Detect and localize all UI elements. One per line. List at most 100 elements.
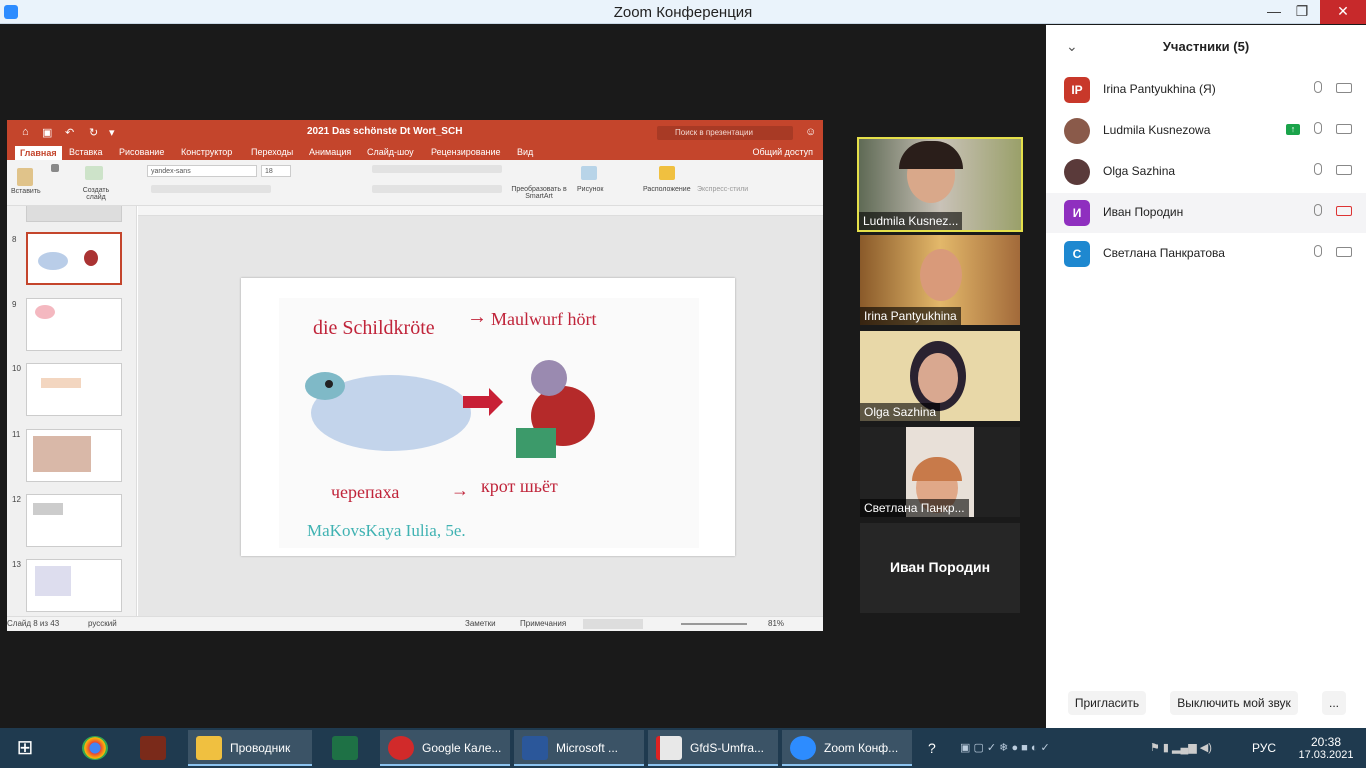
video-tile-svetlana[interactable]: Светлана Панкр...: [860, 427, 1020, 517]
ppt-titlebar: ⌂ ▣ ↶ ↻ ▾ 2021 Das schönste Dt Wort_SCH …: [7, 120, 823, 146]
slide-thumbnail-9[interactable]: [26, 298, 122, 351]
customize-icon[interactable]: ▾: [109, 126, 115, 139]
view-buttons[interactable]: [583, 619, 643, 629]
cut-icon[interactable]: [51, 164, 59, 172]
tab-insert[interactable]: Вставка: [69, 147, 102, 157]
tab-draw[interactable]: Рисование: [119, 147, 164, 157]
participant-row[interactable]: С Светлана Панкратова: [1046, 234, 1366, 274]
participant-row[interactable]: И Иван Породин: [1046, 193, 1366, 233]
taskbar-excel[interactable]: [324, 730, 370, 766]
zoom-slider[interactable]: [681, 623, 747, 625]
slide-thumbnail-10[interactable]: [26, 363, 122, 416]
help-icon[interactable]: ?: [928, 730, 948, 766]
video-tile-olga[interactable]: Olga Sazhina: [860, 331, 1020, 421]
alignment-tools[interactable]: [372, 185, 502, 193]
slide-thumbnail-13[interactable]: [26, 559, 122, 612]
horizontal-ruler: [138, 206, 823, 216]
taskbar-google-calendar[interactable]: Google Кале...: [380, 730, 510, 766]
express-styles-label[interactable]: Экспресс-стили: [697, 186, 748, 193]
tab-home[interactable]: Главная: [15, 146, 62, 160]
user-icon[interactable]: ☺: [805, 126, 816, 138]
microphone-icon[interactable]: [1314, 204, 1322, 216]
camera-icon[interactable]: [1336, 83, 1352, 93]
slide-counter: Слайд 8 из 43: [7, 619, 60, 628]
arrange-icon[interactable]: [659, 166, 675, 180]
font-size-select[interactable]: 18: [261, 165, 291, 177]
slide-thumbnail-12[interactable]: [26, 494, 122, 547]
share-button[interactable]: Общий доступ: [753, 147, 813, 157]
slide-thumbnail-11[interactable]: [26, 429, 122, 482]
language-indicator[interactable]: РУС: [1252, 730, 1280, 766]
more-button[interactable]: ...: [1322, 691, 1346, 715]
taskbar-label: Zoom Конф...: [824, 741, 899, 755]
paste-label[interactable]: Вставить: [11, 188, 41, 195]
font-name-select[interactable]: yandex-sans: [147, 165, 257, 177]
taskbar-zoom[interactable]: Zoom Конф...: [782, 730, 912, 766]
taskbar-chrome[interactable]: [74, 730, 114, 766]
tab-design[interactable]: Конструктор: [181, 147, 232, 157]
tab-view[interactable]: Вид: [517, 147, 533, 157]
microphone-icon[interactable]: [1314, 122, 1322, 134]
start-button[interactable]: ⊞: [0, 730, 50, 766]
mute-me-button[interactable]: Выключить мой звук: [1170, 691, 1298, 715]
undo-icon[interactable]: ↶: [65, 126, 74, 139]
participant-row[interactable]: IP Irina Pantyukhina (Я): [1046, 70, 1366, 110]
paragraph-tools[interactable]: [372, 165, 502, 173]
video-name-center: Иван Породин: [889, 559, 991, 575]
create-slide-label[interactable]: Создать слайд: [81, 187, 111, 201]
ppt-search-input[interactable]: Поиск в презентации: [657, 126, 793, 140]
close-button[interactable]: ✕: [1320, 0, 1366, 24]
video-tile-irina[interactable]: Irina Pantyukhina: [860, 235, 1020, 325]
tab-slideshow[interactable]: Слайд-шоу: [367, 147, 414, 157]
tab-transitions[interactable]: Переходы: [251, 147, 293, 157]
participant-name: Ludmila Kusnezowa: [1103, 123, 1211, 137]
maximize-button[interactable]: ❐: [1284, 0, 1320, 24]
redo-icon[interactable]: ↻: [89, 126, 98, 139]
slide-drawing: die Schildkröte → Maulwurf hört черепаха…: [279, 298, 699, 548]
microphone-icon[interactable]: [1314, 163, 1322, 175]
participants-panel: ⌄ Участники (5) IP Irina Pantyukhina (Я)…: [1046, 25, 1366, 728]
slide-thumbnail-7[interactable]: [26, 206, 122, 222]
camera-off-icon[interactable]: [1336, 206, 1352, 216]
home-icon[interactable]: ⌂: [22, 126, 29, 138]
video-tile-ivan[interactable]: Иван Породин: [860, 523, 1020, 613]
network-volume-icons[interactable]: ⚑ ▮ ▂▄▆ ◀): [1150, 730, 1240, 766]
current-slide[interactable]: die Schildkröte → Maulwurf hört черепаха…: [241, 278, 735, 556]
participant-row[interactable]: Olga Sazhina: [1046, 152, 1366, 192]
slide-number: 13: [12, 560, 21, 569]
turtle-eye: [325, 380, 333, 388]
notes-button[interactable]: Заметки: [465, 619, 496, 628]
slide-thumbnails-panel[interactable]: 8 9 10 11 12 13: [7, 206, 137, 616]
slide-thumbnail-8[interactable]: [26, 232, 122, 285]
picture-label[interactable]: Рисунок: [577, 186, 603, 193]
system-tray-icons[interactable]: ▣ ▢ ✓ ❄ ● ■ ◐ ✓: [960, 730, 1140, 766]
clock[interactable]: 20:38 17.03.2021: [1294, 730, 1358, 766]
mole-sewing-machine: [516, 428, 556, 458]
arrange-label[interactable]: Расположение: [643, 186, 691, 193]
smartart-label[interactable]: Преобразовать в SmartArt: [509, 186, 569, 200]
camera-icon[interactable]: [1336, 165, 1352, 175]
invite-button[interactable]: Пригласить: [1068, 691, 1146, 715]
microphone-icon[interactable]: [1314, 245, 1322, 257]
taskbar-word[interactable]: Microsoft ...: [514, 730, 644, 766]
picture-icon[interactable]: [581, 166, 597, 180]
mole-head: [531, 360, 567, 396]
tab-review[interactable]: Рецензирование: [431, 147, 501, 157]
save-icon[interactable]: ▣: [42, 126, 52, 139]
new-slide-icon[interactable]: [85, 166, 103, 180]
comments-button[interactable]: Примечания: [520, 619, 566, 628]
taskbar-pdf[interactable]: GfdS-Umfra...: [648, 730, 778, 766]
turtle-head: [305, 372, 345, 400]
video-tile-ludmila[interactable]: Ludmila Kusnez...: [857, 137, 1023, 232]
paste-icon[interactable]: [17, 168, 33, 186]
camera-icon[interactable]: [1336, 247, 1352, 257]
participant-row[interactable]: Ludmila Kusnezowa ↑: [1046, 111, 1366, 151]
camera-icon[interactable]: [1336, 124, 1352, 134]
ribbon: Вставить Создать слайд yandex-sans 18 Пр…: [7, 160, 823, 206]
microphone-icon[interactable]: [1314, 81, 1322, 93]
taskbar-paint[interactable]: [132, 730, 172, 766]
tab-animation[interactable]: Анимация: [309, 147, 351, 157]
taskbar-explorer[interactable]: Проводник: [188, 730, 312, 766]
slide-editor[interactable]: die Schildkröte → Maulwurf hört черепаха…: [138, 206, 823, 616]
font-format-tools[interactable]: [151, 185, 271, 193]
